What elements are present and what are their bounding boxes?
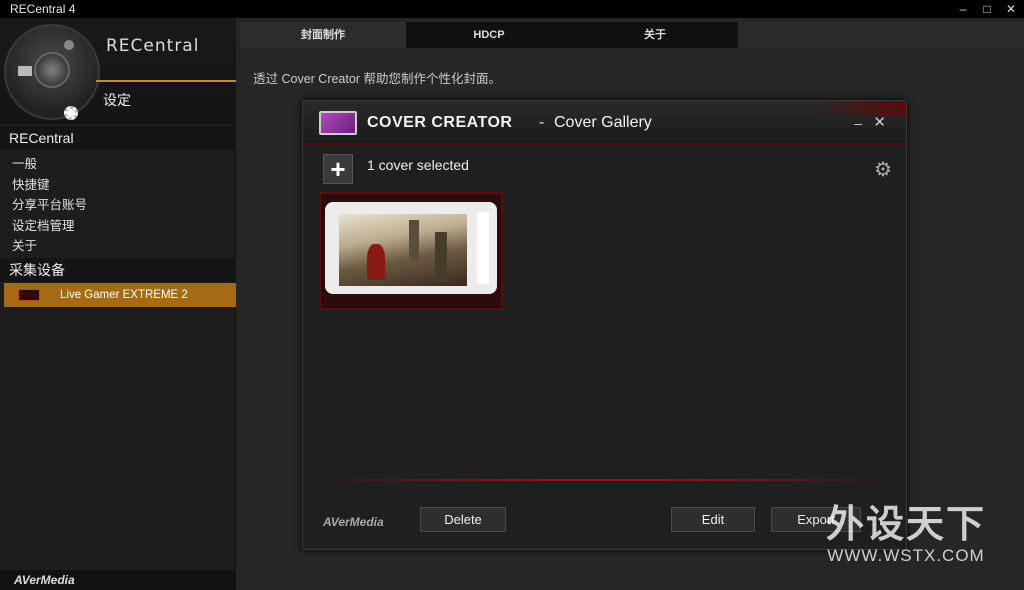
cover-art-tower	[435, 232, 447, 282]
settings-label: 设定	[103, 92, 131, 108]
cover-thumbnail[interactable]	[319, 192, 503, 310]
selection-count: 1 cover selected	[367, 157, 469, 173]
folder-icon[interactable]	[18, 66, 32, 76]
header-accent	[816, 101, 906, 115]
tab-bar: 封面制作 HDCP 关于	[240, 22, 738, 48]
section-title-devices: 采集设备	[0, 258, 236, 282]
sidebar-item-general[interactable]: 一般	[0, 154, 236, 174]
gear-icon[interactable]	[64, 106, 78, 120]
cover-art-figure	[367, 244, 385, 280]
edit-button[interactable]: Edit	[671, 507, 755, 532]
window-title: RECentral 4	[10, 2, 76, 16]
logo-area: RECentral 设定	[0, 18, 236, 124]
tab-cover-creation[interactable]: 封面制作	[240, 22, 406, 48]
minimize-icon[interactable]: –	[854, 115, 862, 131]
maximize-icon[interactable]: □	[976, 0, 998, 18]
dial-center-icon[interactable]	[34, 52, 70, 88]
device-label: Live Gamer EXTREME 2	[60, 289, 188, 301]
cover-creator-header: COVER CREATOR - Cover Gallery – ✕	[303, 101, 906, 145]
cover-gallery-title: Cover Gallery	[554, 114, 652, 131]
sidebar: RECentral 设定 RECentral 一般 快捷键 分享平台账号 设定档…	[0, 18, 236, 590]
sidebar-item-streaming-accounts[interactable]: 分享平台账号	[0, 195, 236, 215]
watermark: 外设天下 WWW.WSTX.COM	[826, 504, 986, 566]
title-separator: -	[539, 114, 545, 131]
accent-line	[96, 80, 236, 82]
mode-dial[interactable]	[4, 24, 100, 120]
brand-logo: RECentral	[106, 36, 200, 56]
section-title-recentral: RECentral	[0, 126, 236, 150]
cover-frame	[325, 202, 497, 294]
avermedia-logo: AVerMedia	[323, 515, 384, 529]
watermark-url: WWW.WSTX.COM	[827, 546, 985, 565]
cover-art-tower	[409, 220, 419, 260]
page-description: 透过 Cover Creator 帮助您制作个性化封面。	[253, 72, 501, 86]
title-bar: RECentral 4 – □ ✕	[0, 0, 1024, 18]
cover-creator-title: COVER CREATOR	[367, 114, 513, 131]
close-icon[interactable]: ✕	[873, 113, 886, 131]
sidebar-item-about[interactable]: 关于	[0, 236, 236, 256]
footer-divider	[303, 479, 906, 481]
record-dot-icon[interactable]	[64, 40, 74, 50]
cover-side-panel	[477, 212, 489, 284]
tab-bar-filler	[738, 22, 1024, 48]
sidebar-item-profile-manager[interactable]: 设定档管理	[0, 216, 236, 236]
gear-icon[interactable]: ⚙	[874, 157, 892, 182]
watermark-text: 外设天下	[826, 504, 987, 546]
add-cover-button[interactable]: +	[323, 154, 353, 184]
cover-creator-window: COVER CREATOR - Cover Gallery – ✕ + 1 co…	[302, 100, 907, 550]
close-icon[interactable]: ✕	[1000, 0, 1022, 18]
minimize-icon[interactable]: –	[952, 0, 974, 18]
sidebar-item-hotkeys[interactable]: 快捷键	[0, 175, 236, 195]
avermedia-logo: AVerMedia	[14, 573, 75, 587]
tab-hdcp[interactable]: HDCP	[406, 22, 572, 48]
sidebar-item-device[interactable]: Live Gamer EXTREME 2	[4, 283, 236, 307]
delete-button[interactable]: Delete	[420, 507, 506, 532]
app-root: RECentral 4 – □ ✕ RECentral 设定 RECentral…	[0, 0, 1024, 590]
cover-creator-logo-icon	[319, 111, 357, 135]
tab-about[interactable]: 关于	[572, 22, 738, 48]
cover-image	[339, 214, 467, 286]
sidebar-footer: AVerMedia	[0, 570, 236, 590]
capture-device-icon	[18, 289, 40, 301]
